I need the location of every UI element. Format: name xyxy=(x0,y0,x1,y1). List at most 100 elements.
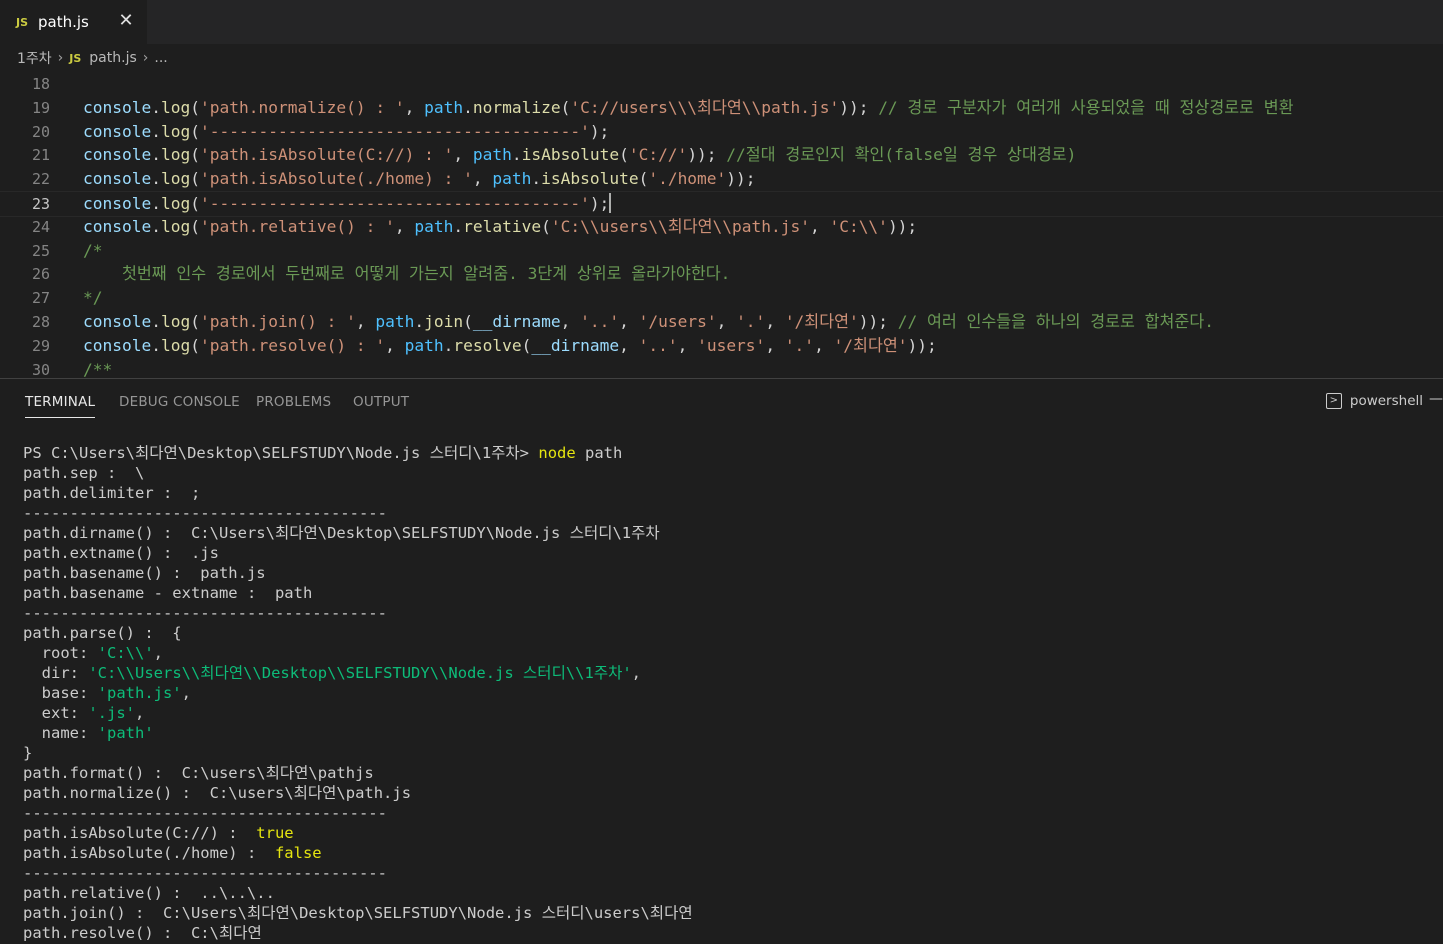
code-token: . xyxy=(511,145,522,165)
terminal-line: path.isAbsolute(./home) : false xyxy=(23,843,1433,863)
terminal-line: dir: 'C:\\Users\\최다연\\Desktop\\SELFSTUDY… xyxy=(23,663,1433,683)
code-token: '/최다연' xyxy=(833,335,908,355)
terminal-line: path.extname() : .js xyxy=(23,543,1433,563)
code-token: '--------------------------------------' xyxy=(199,121,590,141)
text-cursor xyxy=(609,193,612,213)
code-token: 'path.join() : ' xyxy=(199,312,356,331)
terminal-text: base: xyxy=(23,684,98,702)
code-line[interactable]: 22 console.log('path.isAbsolute(./home) :… xyxy=(0,167,1443,191)
code-token: './home' xyxy=(648,169,727,189)
breadcrumb: 1주차 › JS path.js › ... xyxy=(0,44,1443,72)
code-token: log xyxy=(160,121,191,141)
line-number: 29 xyxy=(31,336,50,355)
editor-tab-path-js[interactable]: JS path.js ✕ xyxy=(0,0,147,44)
code-token: ); xyxy=(589,194,610,213)
breadcrumb-symbols[interactable]: ... xyxy=(154,50,167,66)
code-token: ( xyxy=(190,121,200,141)
code-line[interactable]: 24 console.log('path.relative() : ', path… xyxy=(0,215,1443,239)
terminal-text: , xyxy=(181,684,191,702)
code-line[interactable]: 28 console.log('path.join() : ', path.joi… xyxy=(0,310,1443,334)
tab-problems[interactable]: PROBLEMS xyxy=(256,394,331,410)
code-line[interactable]: 19 console.log('path.normalize() : ', pat… xyxy=(0,96,1443,120)
terminal-text: } xyxy=(23,744,33,762)
code-token: relative xyxy=(463,216,542,236)
line-number: 22 xyxy=(31,170,50,189)
line-number: 23 xyxy=(31,195,50,213)
code-token: '/최다연' xyxy=(784,312,859,331)
code-token: )); xyxy=(887,216,918,236)
code-token: , xyxy=(765,335,785,355)
code-token: . xyxy=(151,335,161,355)
terminal-line: path.basename() : path.js xyxy=(23,563,1433,583)
code-token: console xyxy=(83,145,152,165)
terminal-line: name: 'path' xyxy=(23,723,1433,743)
terminal-line: ext: '.js', xyxy=(23,703,1433,723)
terminal-text: , xyxy=(153,644,163,662)
code-token: . xyxy=(463,97,473,117)
code-token: . xyxy=(151,169,161,189)
terminal-shell-selector[interactable]: > powershell xyxy=(1325,393,1423,409)
code-token: log xyxy=(160,335,191,355)
terminal-text: path.normalize() : C:\users\최다연\path.js xyxy=(23,784,412,802)
terminal-text: --------------------------------------- xyxy=(23,504,387,522)
code-token: , xyxy=(453,145,473,165)
code-line[interactable]: 20 console.log('-------------------------… xyxy=(0,120,1443,144)
breadcrumb-folder[interactable]: 1주차 xyxy=(17,48,52,68)
code-token: ( xyxy=(190,97,200,117)
code-token: ( xyxy=(638,169,649,189)
code-token: isAbsolute xyxy=(521,145,620,165)
terminal-line: --------------------------------------- xyxy=(23,503,1433,523)
line-number: 25 xyxy=(31,241,50,260)
code-text: console.log('path.resolve() : ', path.re… xyxy=(83,334,937,358)
terminal-text: path.join() : C:\Users\최다연\Desktop\SELFS… xyxy=(23,904,693,922)
code-text: console.log('path.normalize() : ', path.… xyxy=(83,96,1294,120)
bottom-panel: TERMINAL DEBUG CONSOLE PROBLEMS OUTPUT >… xyxy=(0,378,1443,944)
code-line[interactable]: 30 /** xyxy=(0,358,1443,378)
code-token: , xyxy=(619,312,639,331)
shell-name: powershell xyxy=(1349,393,1423,409)
terminal-text: PS C:\Users\최다연\Desktop\SELFSTUDY\Node.j… xyxy=(23,444,539,462)
code-editor[interactable]: 18 19 console.log('path.normalize() : ', p… xyxy=(0,72,1443,378)
code-token: log xyxy=(160,145,191,165)
code-token: , xyxy=(716,312,737,331)
panel-actions-overflow[interactable]: — xyxy=(1429,391,1443,407)
code-line[interactable]: 23 console.log('-------------------------… xyxy=(0,191,1443,217)
terminal-output[interactable]: PS C:\Users\최다연\Desktop\SELFSTUDY\Node.j… xyxy=(23,443,1433,943)
breadcrumb-file[interactable]: path.js xyxy=(89,50,136,66)
tab-debug-console[interactable]: DEBUG CONSOLE xyxy=(119,394,240,410)
code-token: . xyxy=(151,216,161,236)
code-line[interactable]: 25 /* xyxy=(0,239,1443,263)
tab-terminal[interactable]: TERMINAL xyxy=(25,394,96,418)
code-token: , xyxy=(560,312,581,331)
code-token: , xyxy=(472,169,493,189)
terminal-text: path.basename - extname : path xyxy=(23,584,313,602)
code-token: console xyxy=(83,216,152,236)
terminal-icon: > xyxy=(1325,393,1342,409)
terminal-line: --------------------------------------- xyxy=(23,603,1433,623)
code-token: console xyxy=(83,97,152,117)
code-token: . xyxy=(151,194,161,213)
tab-output[interactable]: OUTPUT xyxy=(353,394,409,410)
code-token: ( xyxy=(190,312,200,331)
code-token: )); xyxy=(687,145,727,165)
code-token: ( xyxy=(560,97,571,117)
terminal-line: path.parse() : { xyxy=(23,623,1433,643)
code-token: '--------------------------------------' xyxy=(199,194,590,213)
terminal-text: path.sep : \ xyxy=(23,464,145,482)
code-token: 'C:\\' xyxy=(829,216,888,236)
code-line[interactable]: 29 console.log('path.resolve() : ', path.… xyxy=(0,334,1443,358)
code-line[interactable]: 27 */ xyxy=(0,286,1443,310)
code-line[interactable]: 18 xyxy=(0,72,1443,96)
code-token: )); xyxy=(858,312,898,331)
code-token: path xyxy=(472,145,512,165)
code-token: /** xyxy=(83,359,113,378)
code-line[interactable]: 26 첫번째 인수 경로에서 두번째로 어떻게 가는지 알려줌. 3단계 상위로… xyxy=(0,262,1443,286)
terminal-text: path.parse() : { xyxy=(23,624,182,642)
code-line[interactable]: 21 console.log('path.isAbsolute(C://) : '… xyxy=(0,143,1443,167)
code-token: 'C:\\users\\최다연\\path.js' xyxy=(550,216,810,236)
close-icon[interactable]: ✕ xyxy=(115,10,137,32)
chevron-right-icon: › xyxy=(142,50,149,66)
code-token: . xyxy=(151,97,161,117)
terminal-line: } xyxy=(23,743,1433,763)
code-token: . xyxy=(453,216,464,236)
